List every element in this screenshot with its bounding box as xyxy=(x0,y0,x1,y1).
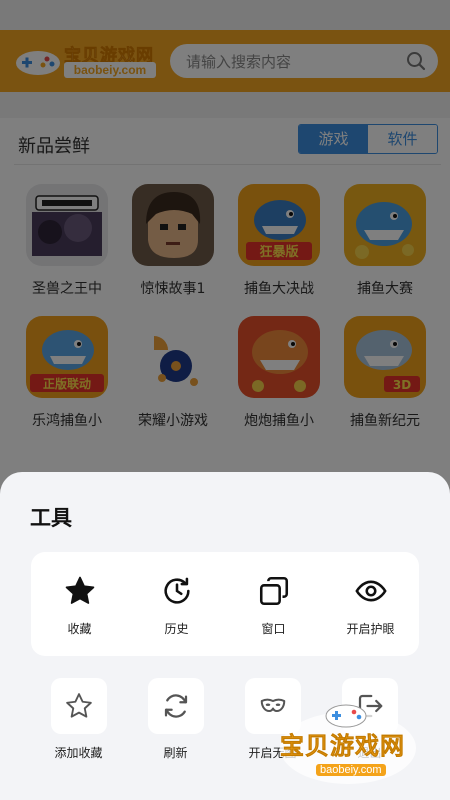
star-outline-icon xyxy=(65,693,92,718)
site-watermark: 宝贝游戏网 baobeiy.com xyxy=(268,690,428,790)
star-filled-icon xyxy=(65,576,94,604)
primary-tools-card: 收藏 历史 窗口 开启护眼 xyxy=(31,552,419,656)
eye-icon xyxy=(354,580,387,602)
tool-icon-box xyxy=(147,678,204,734)
tool-label: 刷新 xyxy=(163,746,188,760)
windows-icon xyxy=(259,576,288,606)
history-clock-icon xyxy=(163,577,190,604)
sheet-title: 工具 xyxy=(30,506,72,530)
watermark-chinese-text: 宝贝游戏网 xyxy=(280,732,405,761)
favorites-button[interactable]: 收藏 xyxy=(31,574,128,637)
windows-button[interactable]: 窗口 xyxy=(225,574,322,637)
tool-label: 添加收藏 xyxy=(54,746,103,760)
tool-label: 开启护眼 xyxy=(346,622,395,636)
tool-label: 历史 xyxy=(164,622,189,636)
refresh-button[interactable]: 刷新 xyxy=(127,678,224,761)
tool-label: 收藏 xyxy=(67,622,92,636)
refresh-icon xyxy=(164,694,187,718)
tool-icon-box xyxy=(50,678,107,734)
gamepad-watermark-icon xyxy=(325,704,367,728)
tool-label: 窗口 xyxy=(261,622,286,636)
watermark-domain-text: baobeiy.com xyxy=(316,764,386,776)
eye-protection-button[interactable]: 开启护眼 xyxy=(322,574,419,637)
history-button[interactable]: 历史 xyxy=(128,574,225,637)
add-favorite-button[interactable]: 添加收藏 xyxy=(30,678,127,761)
